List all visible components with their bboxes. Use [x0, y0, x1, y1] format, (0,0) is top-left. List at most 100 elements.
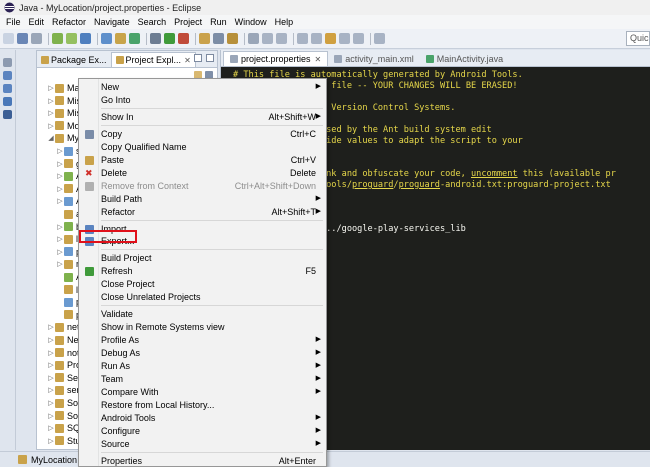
menu-item-refactor[interactable]: Refactor Alt+Shift+T ▶ [79, 206, 326, 218]
expand-arrow-icon[interactable]: ▷ [47, 361, 55, 369]
expand-arrow-icon[interactable]: ▷ [47, 336, 55, 344]
tree-item[interactable]: ▷li [56, 233, 80, 245]
expand-arrow-icon[interactable]: ▷ [56, 260, 64, 268]
menu-item-delete[interactable]: ✖ Delete Delete [79, 167, 326, 179]
menu-item-go-into[interactable]: Go Into [79, 94, 326, 106]
expand-arrow-icon[interactable]: ▷ [56, 160, 64, 168]
menu-item-show-in[interactable]: Show In Alt+Shift+W ▶ [79, 111, 326, 123]
tree-item[interactable]: ▷s [56, 145, 80, 157]
quick-access-input[interactable]: Quic [626, 31, 650, 46]
menu-item-paste[interactable]: Paste Ctrl+V [79, 154, 326, 166]
menu-item-refresh[interactable]: Refresh F5 [79, 265, 326, 277]
toggle-mark-icon[interactable] [248, 33, 259, 44]
open-type-icon[interactable] [199, 33, 210, 44]
save-icon[interactable] [17, 33, 28, 44]
menu-navigate[interactable]: Navigate [90, 17, 134, 27]
pencil-icon[interactable] [227, 33, 238, 44]
minimize-icon[interactable] [194, 54, 202, 62]
android-sdk-icon[interactable] [52, 33, 63, 44]
hierarchy-icon[interactable] [3, 71, 12, 80]
console-icon[interactable] [3, 110, 12, 119]
menu-item-android-tools[interactable]: Android Tools ▶ [79, 412, 326, 424]
tree-item[interactable]: ▷ Mis [47, 95, 81, 107]
editor-tab[interactable]: MainActivity.java [420, 51, 509, 66]
expand-arrow-icon[interactable]: ▷ [56, 197, 64, 205]
menu-item-debug-as[interactable]: Debug As ▶ [79, 347, 326, 359]
avd-manager-icon[interactable] [66, 33, 77, 44]
problems-icon[interactable] [3, 97, 12, 106]
close-icon[interactable]: ✕ [315, 55, 322, 64]
menu-run[interactable]: Run [206, 17, 231, 27]
debug-icon[interactable] [150, 33, 161, 44]
expand-arrow-icon[interactable]: ▷ [47, 109, 55, 117]
expand-arrow-icon[interactable]: ▷ [47, 399, 55, 407]
expand-arrow-icon[interactable]: ▷ [47, 374, 55, 382]
expand-arrow-icon[interactable]: ▷ [47, 84, 55, 92]
expand-arrow-icon[interactable]: ▷ [56, 147, 64, 155]
run-icon[interactable] [164, 33, 175, 44]
last-edit-icon[interactable] [325, 33, 336, 44]
tab-project-explorer[interactable]: Project Expl... ✕ [110, 52, 196, 67]
menu-window[interactable]: Window [231, 17, 271, 27]
menu-item-show-in-remote-systems-view[interactable]: Show in Remote Systems view [79, 321, 326, 333]
forward-icon[interactable] [353, 33, 364, 44]
expand-arrow-icon[interactable]: ▷ [47, 437, 55, 445]
menu-item-build-path[interactable]: Build Path ▶ [79, 193, 326, 205]
new-icon[interactable] [3, 33, 14, 44]
menu-item-run-as[interactable]: Run As ▶ [79, 360, 326, 372]
tree-item[interactable]: ▷ Mat [47, 82, 82, 94]
menu-item-restore-from-local-history[interactable]: Restore from Local History... [79, 399, 326, 411]
back-icon[interactable] [339, 33, 350, 44]
outline-icon[interactable] [3, 84, 12, 93]
expand-arrow-icon[interactable]: ▷ [47, 122, 55, 130]
editor-tab[interactable]: activity_main.xml [328, 51, 420, 66]
expand-arrow-icon[interactable]: ▷ [47, 386, 55, 394]
menu-item-source[interactable]: Source ▶ [79, 438, 326, 450]
expand-arrow-icon[interactable]: ▷ [56, 172, 64, 180]
expand-arrow-icon[interactable]: ▷ [47, 97, 55, 105]
block-selection-icon[interactable] [276, 33, 287, 44]
menu-edit[interactable]: Edit [25, 17, 49, 27]
menu-refactor[interactable]: Refactor [48, 17, 90, 27]
expand-arrow-icon[interactable]: ▷ [56, 248, 64, 256]
editor-tab[interactable]: project.properties ✕ [223, 51, 329, 66]
menu-item-copy[interactable]: Copy Ctrl+C [79, 128, 326, 140]
new-package-icon[interactable] [115, 33, 126, 44]
expand-arrow-icon[interactable]: ▷ [56, 235, 64, 243]
menu-item-profile-as[interactable]: Profile As ▶ [79, 334, 326, 346]
search-icon[interactable] [213, 33, 224, 44]
show-whitespace-icon[interactable] [262, 33, 273, 44]
menu-help[interactable]: Help [271, 17, 298, 27]
expand-arrow-icon[interactable]: ◢ [47, 134, 55, 142]
menu-item-team[interactable]: Team ▶ [79, 373, 326, 385]
menu-item-validate[interactable]: Validate [79, 308, 326, 320]
menu-item-close-unrelated-projects[interactable]: Close Unrelated Projects [79, 291, 326, 303]
new-java-project-icon[interactable] [101, 33, 112, 44]
prev-annotation-icon[interactable] [311, 33, 322, 44]
maximize-icon[interactable] [206, 54, 214, 62]
menu-item-new[interactable]: New ▶ [79, 81, 326, 93]
expand-arrow-icon[interactable]: ▷ [47, 412, 55, 420]
menu-item-properties[interactable]: Properties Alt+Enter [79, 455, 326, 467]
tree-item[interactable]: li [56, 284, 80, 296]
menu-item-compare-with[interactable]: Compare With ▶ [79, 386, 326, 398]
restore-icon[interactable] [3, 58, 12, 67]
next-annotation-icon[interactable] [297, 33, 308, 44]
expand-arrow-icon[interactable]: ▷ [56, 185, 64, 193]
external-tools-icon[interactable] [178, 33, 189, 44]
menu-project[interactable]: Project [170, 17, 206, 27]
menu-item-close-project[interactable]: Close Project [79, 278, 326, 290]
lint-icon[interactable] [80, 33, 91, 44]
menu-search[interactable]: Search [134, 17, 171, 27]
tab-package-explorer[interactable]: Package Ex... [37, 52, 111, 67]
pin-editor-icon[interactable] [374, 33, 385, 44]
new-class-icon[interactable] [129, 33, 140, 44]
print-icon[interactable] [31, 33, 42, 44]
tree-item[interactable]: ▷ Mis [47, 107, 81, 119]
menu-item-configure[interactable]: Configure ▶ [79, 425, 326, 437]
menu-file[interactable]: File [2, 17, 25, 27]
expand-arrow-icon[interactable]: ▷ [56, 223, 64, 231]
menu-item-copy-qualified-name[interactable]: Copy Qualified Name [79, 141, 326, 153]
expand-arrow-icon[interactable]: ▷ [47, 323, 55, 331]
menu-item-build-project[interactable]: Build Project [79, 252, 326, 264]
